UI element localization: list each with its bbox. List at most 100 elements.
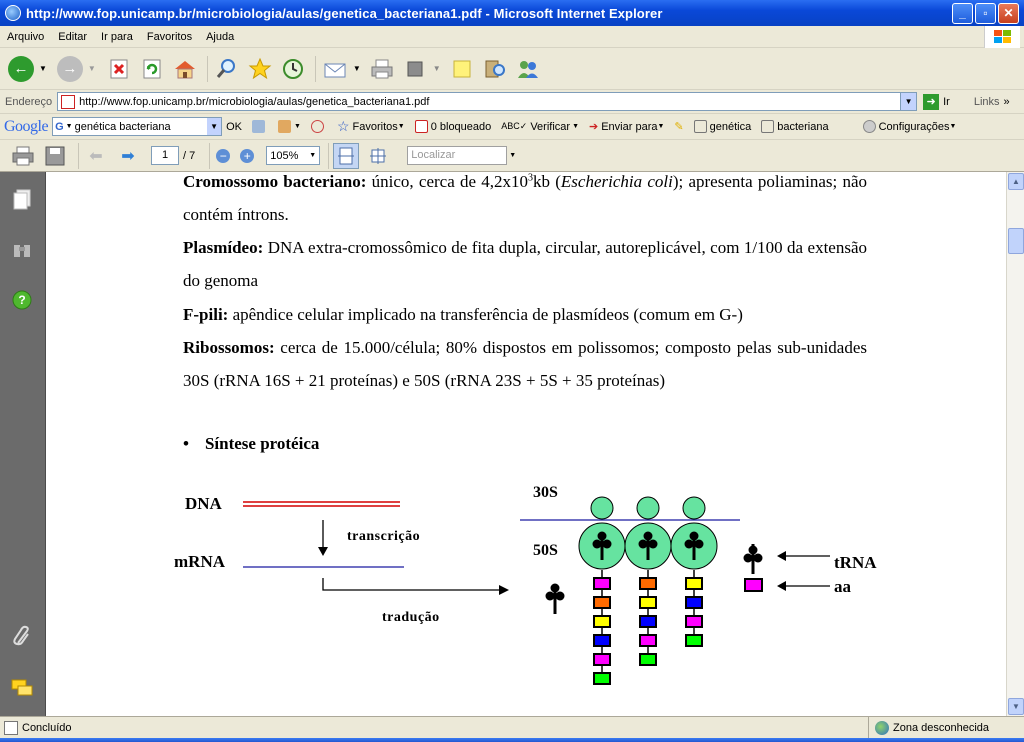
attachments-panel-button[interactable] <box>10 238 34 262</box>
google-g-icon: G <box>55 120 64 133</box>
notes-button[interactable] <box>447 54 477 84</box>
address-dropdown-icon[interactable]: ▼ <box>900 93 917 110</box>
mail-dropdown-icon[interactable]: ▼ <box>353 64 361 73</box>
fit-width-button[interactable] <box>333 142 360 169</box>
label-30s: 30S <box>533 484 558 501</box>
address-input[interactable]: http://www.fop.unicamp.br/microbiologia/… <box>57 92 918 111</box>
forward-button[interactable]: → <box>55 54 85 84</box>
menu-arquivo[interactable]: Arquivo <box>0 31 51 43</box>
zoom-select[interactable]: 105% ▼ <box>266 146 321 165</box>
messenger-button[interactable] <box>513 54 543 84</box>
status-left: Concluído <box>0 720 868 735</box>
spellcheck-button[interactable]: ABC✓ Verificar ▼ <box>501 121 579 133</box>
zoom-in-icon: + <box>240 148 255 163</box>
search-button[interactable] <box>212 54 242 84</box>
orkut-button[interactable] <box>310 120 327 133</box>
page-status-icon <box>4 720 18 735</box>
find-input[interactable]: Localizar <box>407 146 508 165</box>
favorites-button[interactable] <box>245 54 275 84</box>
edit-dropdown-icon[interactable]: ▼ <box>433 64 441 73</box>
taskbar-edge <box>0 738 1024 742</box>
research-button[interactable] <box>480 54 510 84</box>
translation-arrowhead <box>499 585 509 595</box>
google-settings-button[interactable]: Configurações ▼ <box>862 120 956 133</box>
popup-blocker-button[interactable]: 0 bloqueado <box>414 120 492 133</box>
blocked-label: 0 bloqueado <box>430 120 492 133</box>
find-dropdown-icon[interactable]: ▼ <box>509 152 516 159</box>
zoom-in-button[interactable]: + <box>238 143 256 169</box>
help-button[interactable]: ? <box>10 288 34 312</box>
fit-page-button[interactable] <box>365 143 391 169</box>
google-favorites-button[interactable]: ☆ Favoritos ▼ <box>337 118 405 135</box>
aa-pointer-arrowhead <box>777 581 786 591</box>
scroll-up-button[interactable]: ▲ <box>1008 173 1024 190</box>
pdf-save-button[interactable] <box>42 143 68 169</box>
pdf-print-button[interactable] <box>10 143 36 169</box>
scroll-down-button[interactable]: ▼ <box>1008 698 1024 715</box>
mail-button[interactable] <box>320 54 350 84</box>
edit-button[interactable] <box>400 54 430 84</box>
ribosome-small-subunit <box>636 496 660 520</box>
puzzle-icon <box>278 120 292 133</box>
links-button[interactable]: Links <box>974 96 1000 108</box>
amino-acid <box>593 634 611 647</box>
google-tool-b[interactable]: ▼ <box>278 120 301 133</box>
scroll-thumb[interactable] <box>1008 228 1024 254</box>
forward-dropdown-icon[interactable]: ▼ <box>88 64 96 73</box>
google-tool-a[interactable] <box>252 120 268 133</box>
trna-lobe <box>648 539 658 549</box>
google-logo[interactable]: Google <box>4 117 49 136</box>
back-button[interactable]: ← <box>6 54 36 84</box>
google-search-input[interactable]: G ▼ genética bacteriana ▼ <box>52 117 223 136</box>
stop-button[interactable] <box>104 54 134 84</box>
home-button[interactable] <box>170 54 200 84</box>
ie-logo-icon <box>5 5 21 21</box>
highlight-button[interactable]: ✎ <box>674 120 683 133</box>
next-page-button[interactable]: ➡ <box>115 143 141 169</box>
search-icon <box>216 58 235 78</box>
refresh-button[interactable] <box>137 54 167 84</box>
amino-acid <box>593 653 611 666</box>
trna-pointer-arrowhead <box>777 551 786 561</box>
trna-lobe <box>545 591 555 601</box>
note-icon <box>453 60 471 77</box>
vertical-scrollbar[interactable]: ▲ ▼ <box>1006 172 1024 716</box>
term-search-icon <box>761 120 775 133</box>
search-term-genetica[interactable]: genética <box>693 120 751 133</box>
menu-favoritos[interactable]: Favoritos <box>140 31 199 43</box>
history-button[interactable] <box>278 54 308 84</box>
zoom-out-button[interactable]: − <box>214 143 232 169</box>
search-term-bacteriana[interactable]: bacteriana <box>761 120 829 133</box>
home-icon <box>174 60 195 78</box>
pdf-document-view: Cromossomo bacteriano: único, cerca de 4… <box>46 172 1006 716</box>
pdf-side-panel: ? <box>0 172 46 716</box>
label-50s: 50S <box>533 542 558 559</box>
print-button[interactable] <box>367 54 397 84</box>
google-search-type-icon[interactable]: ▼ <box>66 123 73 130</box>
menu-ir-para[interactable]: Ir para <box>94 31 140 43</box>
check-dropdown-icon: ▼ <box>572 123 579 130</box>
links-chevron-icon[interactable]: » <box>1004 96 1010 108</box>
comments-button[interactable] <box>10 676 34 700</box>
save-disk-icon <box>45 146 65 165</box>
puzzle-dropdown-icon[interactable]: ▼ <box>294 123 301 130</box>
page-number-input[interactable]: 1 <box>151 146 179 165</box>
forward-arrow-icon: → <box>56 55 83 82</box>
go-button[interactable]: ➜ Ir <box>923 93 950 110</box>
ribosome-small-subunit <box>682 496 706 520</box>
pages-panel-button[interactable] <box>10 188 34 212</box>
minimize-button[interactable]: _ <box>952 2 973 24</box>
previous-page-button[interactable]: ⬅ <box>83 143 109 169</box>
zoom-value: 105% <box>270 149 299 162</box>
google-logo-text: Google <box>4 117 49 135</box>
google-ok-button[interactable]: OK <box>226 121 242 133</box>
google-search-dropdown-icon[interactable]: ▼ <box>207 118 222 135</box>
back-dropdown-icon[interactable]: ▼ <box>39 64 47 73</box>
send-to-button[interactable]: ➔ Enviar para ▼ <box>589 120 664 134</box>
close-button[interactable]: ✕ <box>998 2 1019 24</box>
menu-editar[interactable]: Editar <box>51 31 94 43</box>
attachment-button[interactable] <box>10 624 34 648</box>
maximize-button[interactable]: ▫ <box>975 2 996 24</box>
orkut-icon <box>310 120 324 133</box>
menu-ajuda[interactable]: Ajuda <box>199 31 241 43</box>
